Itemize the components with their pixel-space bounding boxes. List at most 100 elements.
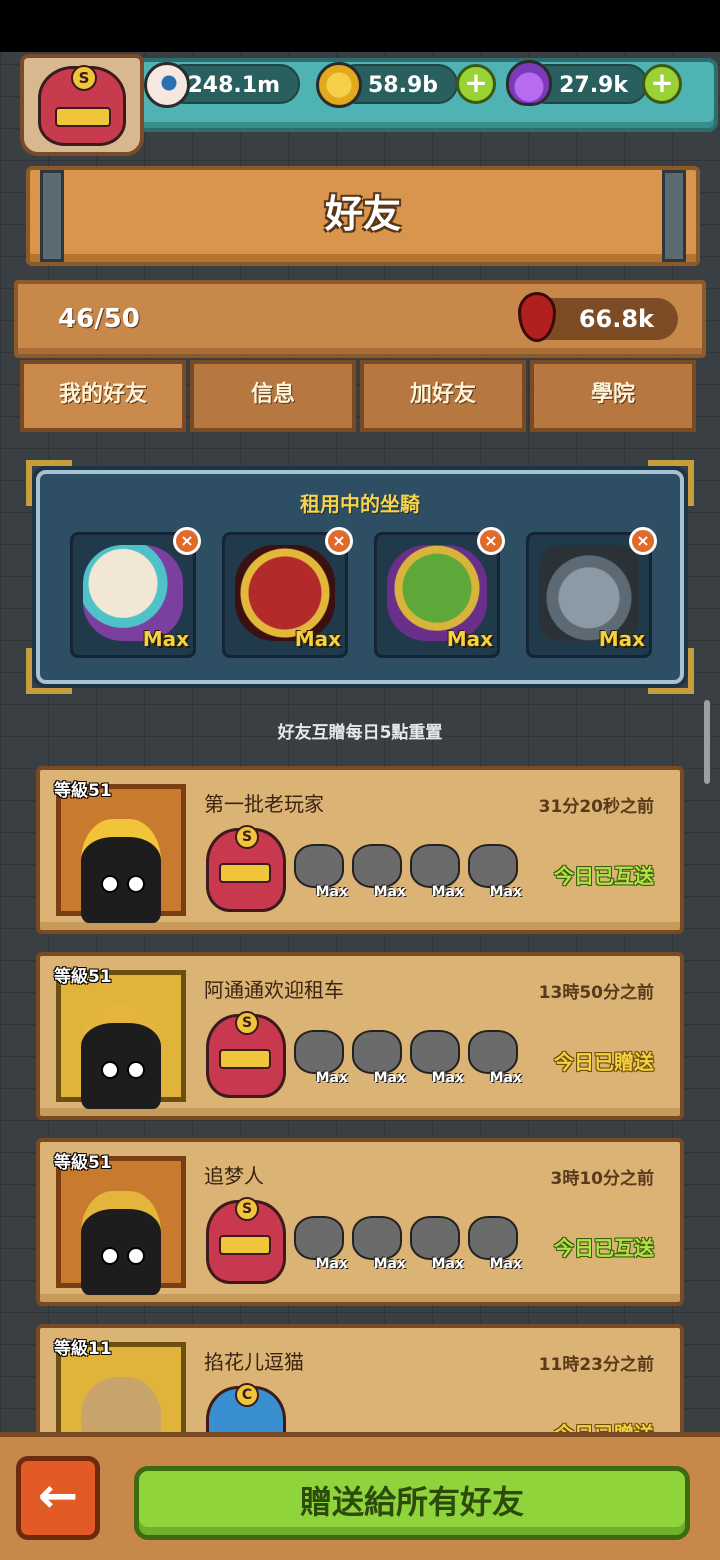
mount-max-label: Max (431, 1256, 464, 1272)
page-title: 好友 (324, 192, 401, 236)
crowned-monster-icon (81, 819, 161, 923)
friend-mount: Max (466, 842, 522, 900)
friend-mount: Max (408, 842, 464, 900)
friend-mount: Max (350, 1214, 406, 1272)
friend-stats-bar: 46/50 66.8k (14, 280, 706, 358)
machine-mount-icon (410, 844, 460, 888)
friend-level: 等級11 (54, 1339, 112, 1359)
arrow-left-icon: ← (37, 1468, 79, 1524)
friend-count: 46/50 (58, 304, 140, 334)
mount-max-label: Max (489, 884, 522, 900)
rank-letter: S (235, 825, 259, 849)
tab-bar: 我的好友 信息 加好友 學院 (20, 360, 700, 432)
mount-max-label: Max (315, 1256, 348, 1272)
mount-max-label: Max (446, 627, 493, 651)
friend-mount: Max (466, 1028, 522, 1086)
mount-max-label: Max (315, 1070, 348, 1086)
title-banner: 好友 (26, 166, 700, 266)
add-potions-button[interactable]: + (642, 64, 682, 104)
panel-corner (648, 648, 694, 694)
friend-mount: Max (408, 1214, 464, 1272)
scrollbar[interactable] (704, 700, 710, 784)
friend-row[interactable]: 等級51 阿通通欢迎租车 13時50分之前 S Max Max Max Max … (36, 952, 684, 1120)
tab-academy[interactable]: 學院 (530, 360, 696, 432)
rented-mount-card[interactable]: Max × (526, 527, 657, 658)
mount-max-label: Max (373, 1256, 406, 1272)
gift-status: 今日已互送 (554, 864, 654, 888)
friend-mount: Max (292, 1028, 348, 1086)
remove-mount-button[interactable]: × (173, 527, 201, 555)
rank-letter: S (235, 1197, 259, 1221)
spiky-monster-icon (81, 1005, 161, 1109)
add-coins-button[interactable]: + (456, 64, 496, 104)
monster-avatar-icon: S (38, 65, 126, 146)
beast-mount-icon (352, 1216, 402, 1260)
rented-mount-card[interactable]: Max × (222, 527, 353, 658)
tab-messages[interactable]: 信息 (190, 360, 356, 432)
eyeball-icon (144, 62, 190, 108)
rented-mounts-title: 租用中的坐騎 (300, 492, 420, 516)
gift-status: 今日已贈送 (554, 1050, 654, 1074)
friend-last-active: 31分20秒之前 (538, 797, 654, 817)
friend-mount: Max (466, 1214, 522, 1272)
friend-row[interactable]: 等級51 第一批老玩家 31分20秒之前 S Max Max Max Max 今… (36, 766, 684, 934)
back-button[interactable]: ← (16, 1456, 100, 1540)
friend-rank-avatar-icon: S (206, 825, 286, 912)
beast-mount-icon (294, 844, 344, 888)
panel-corner (26, 648, 72, 694)
mount-max-label: Max (315, 884, 348, 900)
throne-mount-icon (352, 1030, 402, 1074)
lion-mount-icon (294, 1216, 344, 1260)
friend-portrait (56, 1156, 186, 1295)
potion-icon (506, 60, 552, 106)
friend-last-active: 11時23分之前 (538, 1355, 654, 1375)
remove-mount-button[interactable]: × (325, 527, 353, 555)
beast-mount-icon (294, 1030, 344, 1074)
tab-my-friends[interactable]: 我的好友 (20, 360, 186, 432)
friend-name: 掐花儿逗猫 (204, 1350, 304, 1374)
friend-mount: Max (350, 1028, 406, 1086)
demon-mount-icon (352, 844, 402, 888)
mount-max-label: Max (598, 627, 645, 651)
friend-portrait (56, 784, 186, 923)
avatar-teeth (219, 1235, 271, 1255)
mount-max-label: Max (294, 627, 341, 651)
rank-letter: C (235, 1383, 259, 1407)
eye (127, 1061, 145, 1079)
remove-mount-button[interactable]: × (477, 527, 505, 555)
spiky-monster-icon (81, 1191, 161, 1295)
mount-max-label: Max (373, 884, 406, 900)
resource-bar: S 248.1m 58.9b + 27.9k + (10, 54, 718, 156)
mount-max-label: Max (431, 884, 464, 900)
friend-level: 等級51 (54, 967, 112, 987)
avatar-teeth (219, 863, 271, 883)
friend-rank-avatar-icon: S (206, 1197, 286, 1284)
friend-portrait (56, 970, 186, 1109)
eye (101, 1061, 119, 1079)
rented-mount-card[interactable]: Max × (70, 527, 201, 658)
rented-mount-card[interactable]: Max × (374, 527, 505, 658)
friend-last-active: 13時50分之前 (538, 983, 654, 1003)
gift-all-friends-button[interactable]: 贈送給所有好友 (134, 1466, 690, 1540)
tank-mount-icon (468, 1216, 518, 1260)
friend-row[interactable]: 等級51 追梦人 3時10分之前 S Max Max Max Max 今日已互送 (36, 1138, 684, 1306)
friend-name: 阿通通欢迎租车 (204, 978, 344, 1002)
friend-mount: Max (350, 842, 406, 900)
coin-icon (316, 62, 362, 108)
mount-max-label: Max (142, 627, 189, 651)
eye (127, 875, 145, 893)
mount-max-label: Max (431, 1070, 464, 1086)
lion-mount-icon (468, 1030, 518, 1074)
gift-status: 今日已互送 (554, 1236, 654, 1260)
player-avatar[interactable]: S (20, 54, 144, 156)
tab-add-friend[interactable]: 加好友 (360, 360, 526, 432)
friend-level: 等級51 (54, 781, 112, 801)
friend-mount: Max (292, 1214, 348, 1272)
mount-max-label: Max (489, 1070, 522, 1086)
remove-mount-button[interactable]: × (629, 527, 657, 555)
mount-max-label: Max (489, 1256, 522, 1272)
status-bar (0, 0, 720, 52)
rank-letter: S (235, 1011, 259, 1035)
friend-mount: Max (292, 842, 348, 900)
cloud-mount-icon (410, 1216, 460, 1260)
